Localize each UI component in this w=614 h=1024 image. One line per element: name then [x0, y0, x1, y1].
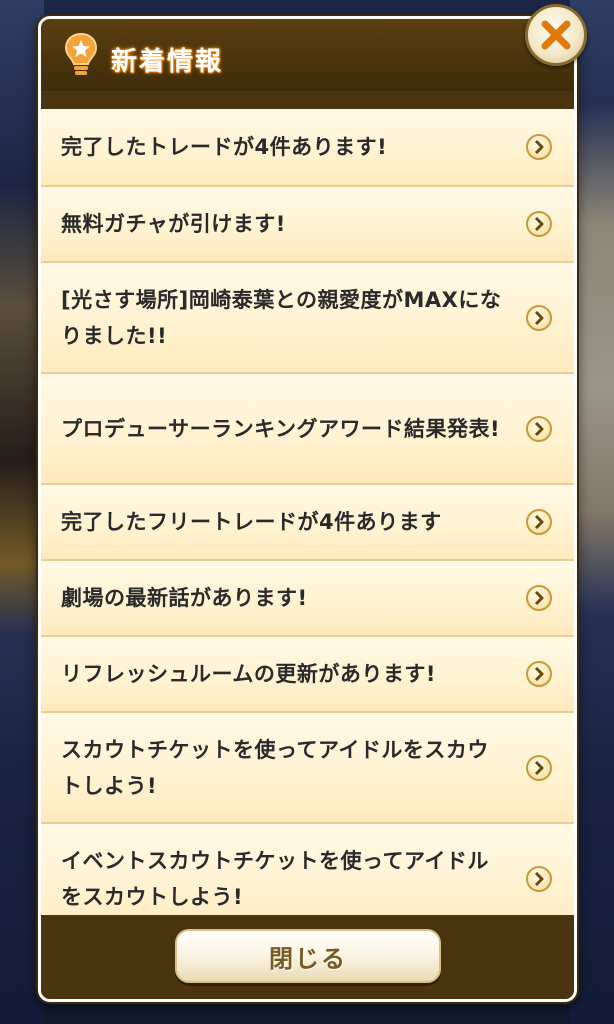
lightbulb-star-icon	[64, 32, 98, 75]
news-item[interactable]: リフレッシュルームの更新があります!	[41, 637, 574, 713]
news-item[interactable]: スカウトチケットを使ってアイドルをスカウトしよう!	[41, 713, 574, 824]
news-item[interactable]: [光さす場所]岡崎泰葉との親愛度がMAXになりました!!	[41, 263, 574, 374]
close-x-button[interactable]	[525, 4, 587, 66]
chevron-right-icon	[526, 754, 552, 781]
news-modal: 新着情報 完了したトレードが4件あります! 無料ガチャが引けます! [光さす場所…	[38, 16, 577, 1002]
chevron-right-icon	[526, 211, 552, 237]
modal-header: 新着情報	[41, 19, 574, 91]
news-item-label: 完了したフリートレードが4件あります	[61, 510, 442, 534]
modal-title: 新着情報	[111, 47, 224, 77]
news-item-label: リフレッシュルームの更新があります!	[61, 662, 436, 686]
news-list: 完了したトレードが4件あります! 無料ガチャが引けます! [光さす場所]岡崎泰葉…	[41, 109, 574, 935]
news-item[interactable]: プロデューサーランキングアワード結果発表!	[41, 374, 574, 485]
news-item-label: イベントスカウトチケットを使ってアイドルをスカウトしよう!	[61, 848, 489, 909]
news-item-label: スカウトチケットを使ってアイドルをスカウトしよう!	[61, 737, 489, 798]
news-item-label: プロデューサーランキングアワード結果発表!	[61, 416, 501, 441]
close-button[interactable]: 閉じる	[175, 929, 441, 983]
chevron-right-icon	[526, 509, 552, 535]
close-x-icon	[541, 20, 571, 50]
chevron-right-icon	[526, 865, 552, 892]
chevron-right-icon	[526, 304, 552, 331]
chevron-right-icon	[526, 415, 552, 442]
news-item-label: 劇場の最新話があります!	[61, 586, 308, 610]
news-item[interactable]: 無料ガチャが引けます!	[41, 187, 574, 263]
news-item-label: 完了したトレードが4件あります!	[61, 135, 388, 159]
news-item-label: 無料ガチャが引けます!	[61, 212, 286, 236]
news-item[interactable]: 劇場の最新話があります!	[41, 561, 574, 637]
news-item[interactable]: 完了したフリートレードが4件あります	[41, 485, 574, 561]
close-button-label: 閉じる	[269, 944, 347, 973]
chevron-right-icon	[526, 661, 552, 687]
news-item[interactable]: 完了したトレードが4件あります!	[41, 109, 574, 187]
modal-footer: 閉じる	[41, 915, 574, 999]
chevron-right-icon	[526, 585, 552, 611]
news-item-label: [光さす場所]岡崎泰葉との親愛度がMAXになりました!!	[61, 287, 502, 348]
chevron-right-icon	[526, 134, 552, 160]
